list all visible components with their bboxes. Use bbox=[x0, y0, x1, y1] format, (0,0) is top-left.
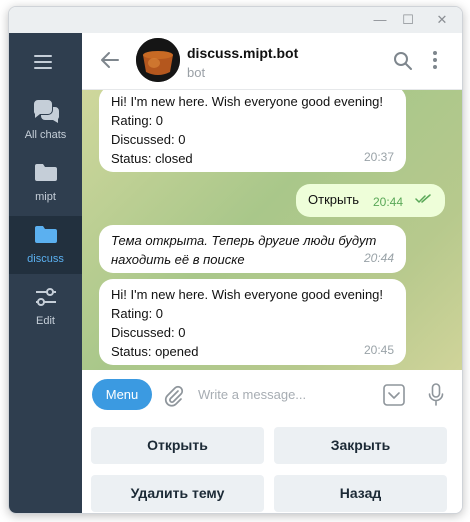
sidebar-item-discuss[interactable]: discuss bbox=[9, 216, 82, 274]
sliders-icon bbox=[34, 286, 58, 313]
message-bubble[interactable]: Hi! I'm new here. Wish everyone good eve… bbox=[99, 90, 406, 172]
telegram-window: — ☐ ✕ All chats mipt discuss Edit discus… bbox=[8, 6, 463, 514]
microphone-icon[interactable] bbox=[428, 383, 444, 412]
folder-icon bbox=[34, 162, 58, 187]
message-text: Тема открыта. Теперь другие люди будут bbox=[111, 233, 377, 248]
message-text: Hi! I'm new here. Wish everyone good eve… bbox=[111, 287, 384, 302]
message-text: Hi! I'm new here. Wish everyone good eve… bbox=[111, 94, 384, 109]
message-list[interactable]: Hi! I'm new here. Wish everyone good eve… bbox=[82, 90, 462, 370]
bot-reply-keyboard: Открыть Закрыть Удалить тему Назад bbox=[82, 418, 462, 513]
paperclip-icon[interactable] bbox=[164, 385, 184, 412]
sidebar-item-label: Edit bbox=[36, 315, 55, 327]
avatar[interactable] bbox=[136, 38, 180, 82]
message-text: Status: opened bbox=[111, 344, 199, 359]
chat-title: discuss.mipt.bot bbox=[187, 45, 299, 61]
sidebar-item-mipt[interactable]: mipt bbox=[9, 154, 82, 212]
double-check-icon bbox=[415, 190, 431, 209]
message-text: находить её в поиске bbox=[111, 252, 245, 267]
message-text: Discussed: 0 bbox=[111, 132, 186, 147]
message-time: 20:37 bbox=[363, 150, 394, 164]
message-bubble-outgoing[interactable]: Открыть 20:44 bbox=[296, 184, 445, 217]
sidebar-item-label: mipt bbox=[35, 191, 56, 203]
message-text: Status: closed bbox=[111, 151, 193, 166]
window-titlebar: — ☐ ✕ bbox=[9, 7, 462, 33]
keyboard-button-open[interactable]: Открыть bbox=[91, 427, 264, 464]
message-text: Rating: 0 bbox=[111, 113, 164, 128]
chat-subtitle: bot bbox=[187, 65, 206, 80]
chat-bubbles-icon bbox=[31, 100, 61, 131]
keyboard-button-close[interactable]: Закрыть bbox=[274, 427, 447, 464]
hamburger-menu-icon[interactable] bbox=[34, 55, 56, 69]
folder-icon bbox=[34, 224, 58, 249]
maximize-button[interactable]: ☐ bbox=[401, 13, 415, 27]
folders-sidebar: All chats mipt discuss Edit bbox=[9, 33, 82, 513]
message-text: Rating: 0 bbox=[111, 306, 164, 321]
message-time: 20:45 bbox=[363, 343, 394, 357]
more-vertical-icon[interactable] bbox=[432, 50, 438, 75]
bot-menu-button[interactable]: Menu bbox=[92, 379, 152, 410]
search-icon[interactable] bbox=[393, 51, 413, 76]
sidebar-item-all-chats[interactable]: All chats bbox=[9, 92, 82, 150]
keyboard-button-delete-topic[interactable]: Удалить тему bbox=[91, 475, 264, 512]
keyboard-button-back[interactable]: Назад bbox=[274, 475, 447, 512]
message-bubble[interactable]: Тема открыта. Теперь другие люди будут н… bbox=[99, 225, 406, 273]
message-time: 20:44 bbox=[363, 251, 394, 265]
chat-header: discuss.mipt.bot bot bbox=[82, 33, 462, 90]
bot-keyboard-icon[interactable] bbox=[383, 384, 405, 411]
message-input[interactable] bbox=[198, 382, 378, 406]
minimize-button[interactable]: — bbox=[373, 13, 387, 27]
message-composer: Menu bbox=[82, 370, 462, 418]
sidebar-item-label: All chats bbox=[24, 129, 67, 141]
back-arrow-icon[interactable] bbox=[100, 51, 120, 74]
message-text: Discussed: 0 bbox=[111, 325, 186, 340]
message-time: 20:44 bbox=[372, 195, 403, 209]
sidebar-item-edit[interactable]: Edit bbox=[9, 278, 82, 336]
sidebar-item-label: discuss bbox=[27, 253, 64, 265]
message-bubble[interactable]: Hi! I'm new here. Wish everyone good eve… bbox=[99, 279, 406, 365]
close-button[interactable]: ✕ bbox=[435, 13, 449, 27]
